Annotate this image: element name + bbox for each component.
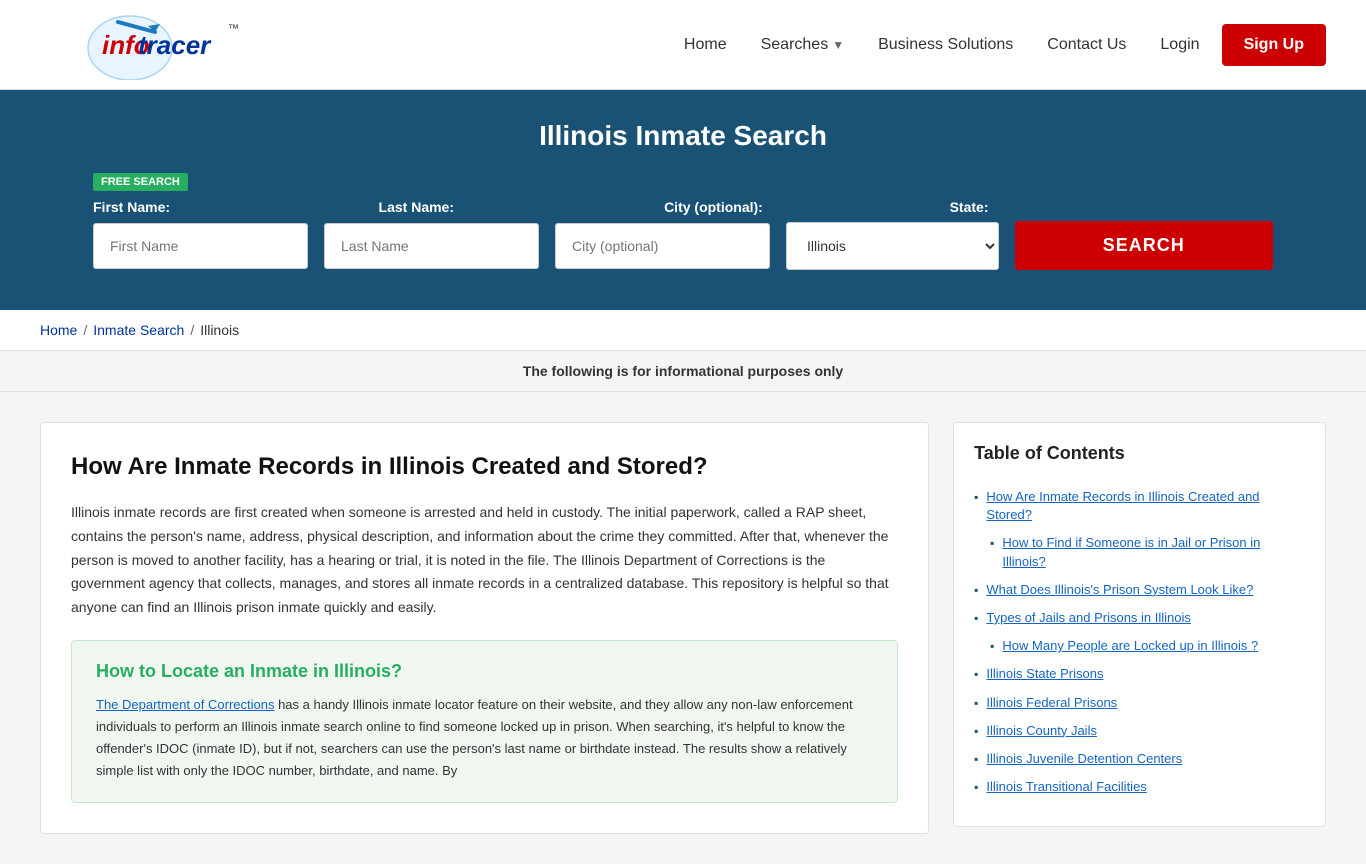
logo[interactable]: info tracer ™ bbox=[40, 10, 260, 80]
last-name-input[interactable] bbox=[324, 223, 539, 269]
main-content: How Are Inmate Records in Illinois Creat… bbox=[0, 392, 1366, 864]
nav-home[interactable]: Home bbox=[672, 28, 739, 62]
article-paragraph-1: Illinois inmate records are first create… bbox=[71, 501, 898, 620]
search-inputs: IllinoisAlabamaAlaskaArizonaArkansasCali… bbox=[93, 221, 1273, 270]
state-label: State: bbox=[950, 199, 1273, 215]
main-nav: Home Searches ▼ Business Solutions Conta… bbox=[672, 24, 1326, 66]
table-of-contents: Table of Contents How Are Inmate Records… bbox=[953, 422, 1326, 827]
highlight-box: How to Locate an Inmate in Illinois? The… bbox=[71, 640, 898, 803]
nav-contact-us[interactable]: Contact Us bbox=[1035, 28, 1138, 62]
nav-searches[interactable]: Searches ▼ bbox=[749, 28, 856, 62]
search-labels: First Name: Last Name: City (optional): … bbox=[93, 199, 1273, 215]
toc-item: Illinois State Prisons bbox=[974, 665, 1305, 683]
search-form: FREE SEARCH First Name: Last Name: City … bbox=[93, 172, 1273, 270]
city-label: City (optional): bbox=[664, 199, 934, 215]
first-name-label: First Name: bbox=[93, 199, 363, 215]
logo-svg: info tracer ™ bbox=[40, 10, 260, 80]
toc-link[interactable]: How Many People are Locked up in Illinoi… bbox=[1002, 637, 1258, 655]
toc-item: How to Find if Someone is in Jail or Pri… bbox=[974, 534, 1305, 570]
toc-link[interactable]: Illinois Juvenile Detention Centers bbox=[986, 750, 1182, 768]
toc-link[interactable]: What Does Illinois's Prison System Look … bbox=[986, 581, 1253, 599]
toc-item: Illinois Transitional Facilities bbox=[974, 778, 1305, 796]
hero-title: Illinois Inmate Search bbox=[40, 120, 1326, 152]
toc-link[interactable]: Illinois Transitional Facilities bbox=[986, 778, 1146, 796]
nav-business-solutions[interactable]: Business Solutions bbox=[866, 28, 1025, 62]
site-header: info tracer ™ Home Searches ▼ Business S… bbox=[0, 0, 1366, 90]
toc-link[interactable]: Types of Jails and Prisons in Illinois bbox=[986, 609, 1190, 627]
toc-item: Illinois Juvenile Detention Centers bbox=[974, 750, 1305, 768]
toc-link[interactable]: Illinois State Prisons bbox=[986, 665, 1103, 683]
highlight-paragraph: The Department of Corrections has a hand… bbox=[96, 694, 873, 782]
breadcrumb-bar: Home / Inmate Search / Illinois bbox=[0, 310, 1366, 351]
svg-text:tracer: tracer bbox=[138, 30, 212, 60]
toc-item: What Does Illinois's Prison System Look … bbox=[974, 581, 1305, 599]
svg-text:™: ™ bbox=[228, 23, 239, 35]
breadcrumb-sep-2: / bbox=[190, 322, 194, 338]
toc-link[interactable]: How Are Inmate Records in Illinois Creat… bbox=[986, 488, 1305, 524]
hero-section: Illinois Inmate Search FREE SEARCH First… bbox=[0, 90, 1366, 310]
article-heading: How Are Inmate Records in Illinois Creat… bbox=[71, 453, 898, 481]
breadcrumb-sep-1: / bbox=[83, 322, 87, 338]
breadcrumb: Home / Inmate Search / Illinois bbox=[40, 322, 1326, 338]
first-name-input[interactable] bbox=[93, 223, 308, 269]
toc-link[interactable]: Illinois Federal Prisons bbox=[986, 694, 1117, 712]
breadcrumb-current: Illinois bbox=[200, 322, 239, 338]
toc-item: How Are Inmate Records in Illinois Creat… bbox=[974, 488, 1305, 524]
info-bar: The following is for informational purpo… bbox=[0, 351, 1366, 392]
chevron-down-icon: ▼ bbox=[832, 38, 844, 52]
state-select[interactable]: IllinoisAlabamaAlaskaArizonaArkansasCali… bbox=[786, 222, 999, 270]
highlight-heading: How to Locate an Inmate in Illinois? bbox=[96, 661, 873, 682]
toc-link[interactable]: How to Find if Someone is in Jail or Pri… bbox=[1002, 534, 1305, 570]
breadcrumb-inmate-search[interactable]: Inmate Search bbox=[93, 322, 184, 338]
city-input[interactable] bbox=[555, 223, 770, 269]
article: How Are Inmate Records in Illinois Creat… bbox=[40, 422, 929, 834]
toc-item: Illinois Federal Prisons bbox=[974, 694, 1305, 712]
breadcrumb-home[interactable]: Home bbox=[40, 322, 77, 338]
toc-list: How Are Inmate Records in Illinois Creat… bbox=[974, 488, 1305, 796]
info-bar-text: The following is for informational purpo… bbox=[523, 363, 843, 379]
search-button[interactable]: SEARCH bbox=[1015, 221, 1274, 270]
toc-item: How Many People are Locked up in Illinoi… bbox=[974, 637, 1305, 655]
last-name-label: Last Name: bbox=[379, 199, 649, 215]
free-search-badge: FREE SEARCH bbox=[93, 173, 188, 191]
signup-button[interactable]: Sign Up bbox=[1222, 24, 1326, 66]
nav-login[interactable]: Login bbox=[1148, 28, 1211, 62]
toc-item: Types of Jails and Prisons in Illinois bbox=[974, 609, 1305, 627]
toc-item: Illinois County Jails bbox=[974, 722, 1305, 740]
toc-heading: Table of Contents bbox=[974, 443, 1305, 472]
doc-link[interactable]: The Department of Corrections bbox=[96, 697, 274, 712]
toc-link[interactable]: Illinois County Jails bbox=[986, 722, 1097, 740]
